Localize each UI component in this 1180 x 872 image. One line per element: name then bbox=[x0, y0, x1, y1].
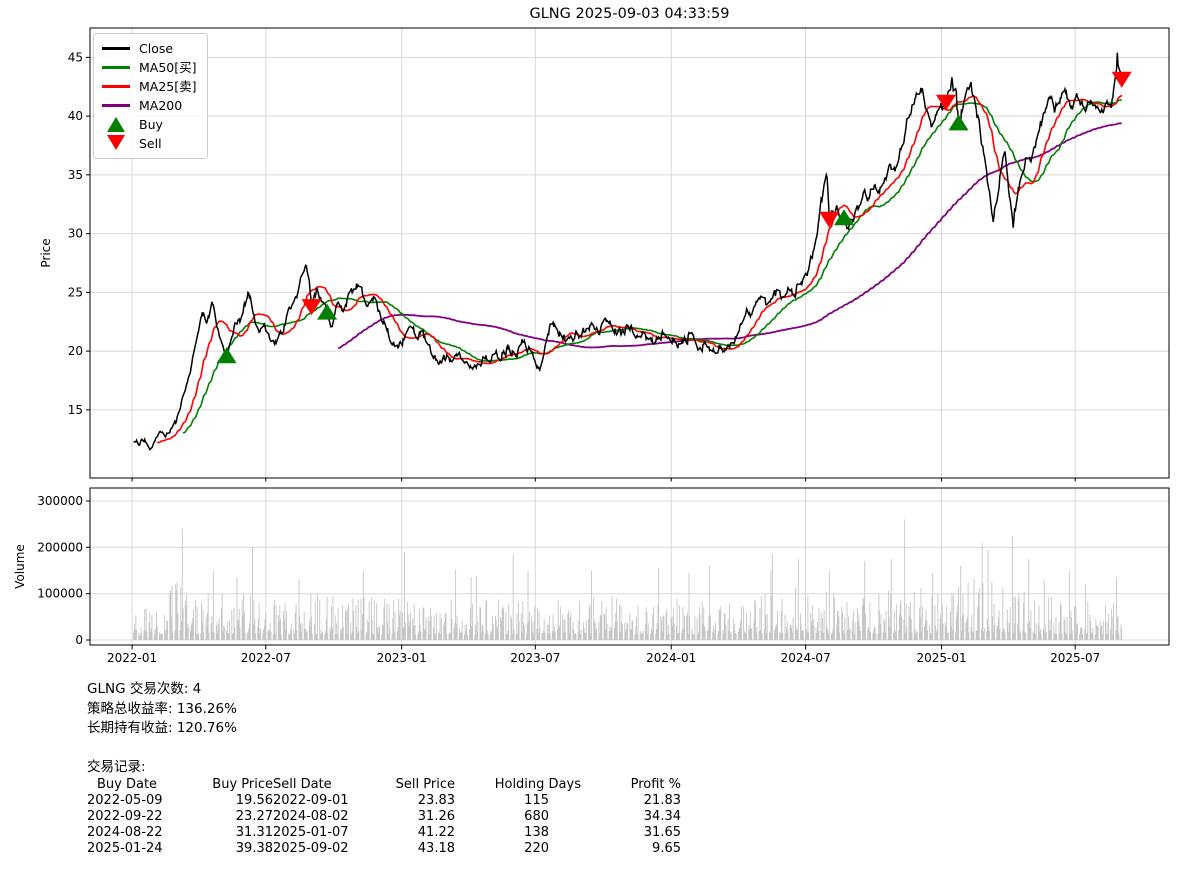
col-header-buy-date: Buy Date bbox=[87, 776, 197, 792]
ma200-line bbox=[338, 123, 1122, 348]
ma50-line bbox=[183, 99, 1122, 433]
legend-item-sell: Sell bbox=[102, 134, 197, 153]
cell-buy-date: 2024-08-22 bbox=[87, 824, 197, 840]
sell-triangle-icon bbox=[102, 137, 130, 150]
price-ytick-label: 15 bbox=[68, 403, 83, 417]
legend-label-ma25: MA25[卖] bbox=[139, 77, 197, 96]
cell-sell-price: 41.22 bbox=[377, 824, 455, 840]
cell-buy-price: 39.38 bbox=[197, 840, 273, 856]
trade-row: 2024-08-22 31.31 2025-01-07 41.22 138 31… bbox=[87, 824, 681, 840]
ma25-line bbox=[157, 95, 1121, 443]
cell-sell-price: 23.83 bbox=[377, 792, 455, 808]
volume-bars bbox=[134, 520, 1122, 641]
stat-trade-count: GLNG 交易次数: 4 bbox=[87, 680, 237, 700]
ma200-line-swatch bbox=[102, 104, 130, 107]
cell-sell-price: 43.18 bbox=[377, 840, 455, 856]
price-ytick-label: 25 bbox=[68, 285, 83, 299]
col-header-sell-price: Sell Price bbox=[377, 776, 455, 792]
legend-label-buy: Buy bbox=[139, 115, 163, 134]
cell-holding-days: 115 bbox=[455, 792, 597, 808]
strategy-stats: GLNG 交易次数: 4 策略总收益率: 136.26% 长期持有收益: 120… bbox=[87, 680, 237, 739]
cell-sell-date: 2025-09-02 bbox=[273, 840, 377, 856]
ma50-line-swatch bbox=[102, 66, 130, 69]
x-tick-label: 2024-07 bbox=[781, 651, 831, 665]
cell-buy-price: 31.31 bbox=[197, 824, 273, 840]
legend-item-close: Close bbox=[102, 39, 197, 58]
x-tick-label: 2023-01 bbox=[377, 651, 427, 665]
buy-triangle-icon bbox=[102, 117, 130, 132]
trade-row: 2022-05-09 19.56 2022-09-01 23.83 115 21… bbox=[87, 792, 681, 808]
cell-sell-date: 2022-09-01 bbox=[273, 792, 377, 808]
legend-label-ma50: MA50[买] bbox=[139, 58, 197, 77]
cell-profit-pct: 34.34 bbox=[597, 808, 681, 824]
cell-profit-pct: 31.65 bbox=[597, 824, 681, 840]
stat-strategy-return: 策略总收益率: 136.26% bbox=[87, 700, 237, 720]
trade-table: Buy Date Buy Price Sell Date Sell Price … bbox=[87, 776, 681, 856]
cell-sell-price: 31.26 bbox=[377, 808, 455, 824]
x-tick-label: 2025-07 bbox=[1050, 651, 1100, 665]
legend-item-buy: Buy bbox=[102, 115, 197, 134]
price-axis-frame bbox=[90, 28, 1169, 478]
x-tick-label: 2022-07 bbox=[241, 651, 291, 665]
cell-sell-date: 2025-01-07 bbox=[273, 824, 377, 840]
close-line bbox=[134, 53, 1122, 450]
buy-marker bbox=[217, 347, 237, 363]
legend: Close MA50[买] MA25[卖] MA200 Buy Sell bbox=[93, 33, 208, 159]
cell-buy-price: 19.56 bbox=[197, 792, 273, 808]
trade-table-header-row: Buy Date Buy Price Sell Date Sell Price … bbox=[87, 776, 681, 792]
price-axis-ylabel: Price bbox=[39, 238, 53, 267]
cell-profit-pct: 9.65 bbox=[597, 840, 681, 856]
cell-profit-pct: 21.83 bbox=[597, 792, 681, 808]
buy-marker bbox=[949, 114, 969, 130]
volume-ytick-label: 300000 bbox=[37, 494, 83, 508]
sell-marker bbox=[819, 212, 839, 228]
col-header-holding-days: Holding Days bbox=[455, 776, 597, 792]
volume-ytick-label: 100000 bbox=[37, 587, 83, 601]
x-tick-label: 2022-01 bbox=[107, 651, 157, 665]
cell-buy-price: 23.27 bbox=[197, 808, 273, 824]
cell-buy-date: 2025-01-24 bbox=[87, 840, 197, 856]
ma25-line-swatch bbox=[102, 85, 130, 88]
price-ytick-label: 30 bbox=[68, 227, 83, 241]
legend-item-ma200: MA200 bbox=[102, 96, 197, 115]
legend-item-ma50: MA50[买] bbox=[102, 58, 197, 77]
trade-row: 2025-01-24 39.38 2025-09-02 43.18 220 9.… bbox=[87, 840, 681, 856]
price-ytick-label: 45 bbox=[68, 50, 83, 64]
cell-buy-date: 2022-05-09 bbox=[87, 792, 197, 808]
legend-label-ma200: MA200 bbox=[139, 96, 182, 115]
legend-label-close: Close bbox=[139, 39, 173, 58]
col-header-profit-pct: Profit % bbox=[597, 776, 681, 792]
price-ytick-label: 40 bbox=[68, 109, 83, 123]
trade-records: 交易记录: Buy Date Buy Price Sell Date Sell … bbox=[87, 755, 681, 856]
cell-holding-days: 138 bbox=[455, 824, 597, 840]
stat-buyhold-return: 长期持有收益: 120.76% bbox=[87, 719, 237, 739]
close-line-swatch bbox=[102, 47, 130, 50]
cell-buy-date: 2022-09-22 bbox=[87, 808, 197, 824]
chart-page: GLNG 2025-09-03 04:33:59 152025303540450… bbox=[0, 0, 1180, 872]
x-tick-label: 2025-01 bbox=[916, 651, 966, 665]
cell-holding-days: 680 bbox=[455, 808, 597, 824]
legend-label-sell: Sell bbox=[139, 134, 162, 153]
cell-holding-days: 220 bbox=[455, 840, 597, 856]
volume-axis-ylabel: Volume bbox=[13, 544, 27, 589]
volume-ytick-label: 0 bbox=[75, 633, 83, 647]
x-tick-label: 2024-01 bbox=[646, 651, 696, 665]
x-tick-label: 2023-07 bbox=[510, 651, 560, 665]
trade-records-title: 交易记录: bbox=[87, 755, 681, 775]
price-ytick-label: 35 bbox=[68, 168, 83, 182]
volume-ytick-label: 200000 bbox=[37, 540, 83, 554]
cell-sell-date: 2024-08-02 bbox=[273, 808, 377, 824]
col-header-buy-price: Buy Price bbox=[197, 776, 273, 792]
col-header-sell-date: Sell Date bbox=[273, 776, 377, 792]
trade-row: 2022-09-22 23.27 2024-08-02 31.26 680 34… bbox=[87, 808, 681, 824]
price-ytick-label: 20 bbox=[68, 344, 83, 358]
legend-item-ma25: MA25[卖] bbox=[102, 77, 197, 96]
